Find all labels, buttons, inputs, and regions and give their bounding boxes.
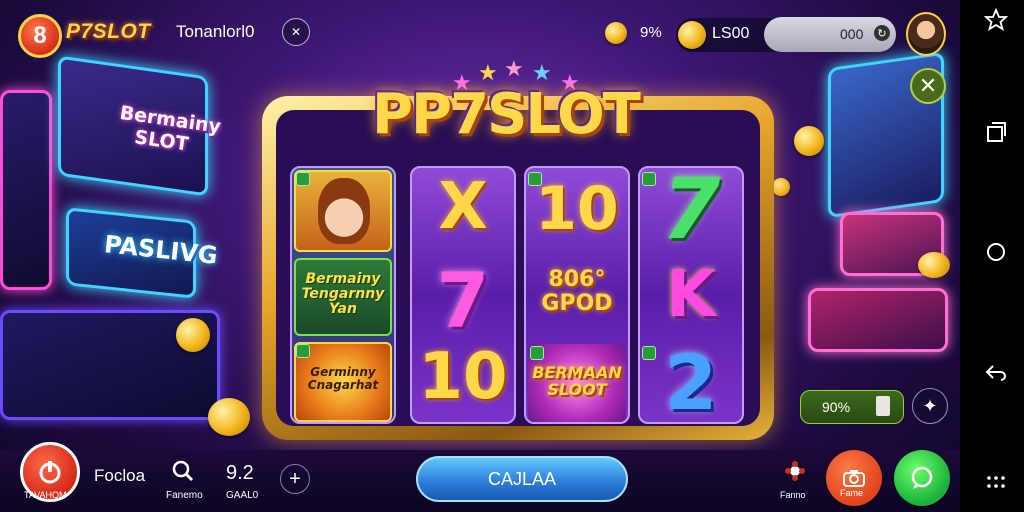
game-stage: Bermainy SLOT PASLIVG ★ ★ ★ ★ ★ PP7SLOT … — [0, 0, 960, 512]
power-icon — [39, 461, 61, 484]
green-symbol-text: Bermainy Tengarnny Yan — [301, 271, 385, 317]
camera-icon — [843, 470, 865, 487]
gift-label: Fanno — [780, 490, 806, 500]
close-icon[interactable]: ✕ — [282, 18, 310, 46]
gift-icon[interactable] — [784, 460, 806, 488]
document-icon — [876, 396, 890, 416]
coin-icon — [794, 126, 824, 156]
badge-icon — [528, 172, 542, 186]
star-icon: ★ — [504, 56, 524, 81]
coin-icon — [918, 252, 950, 278]
search-icon[interactable] — [172, 460, 194, 488]
brand-name: P7SLOT — [66, 20, 151, 43]
close-icon[interactable]: ✕ — [910, 68, 946, 104]
k-symbol: K — [666, 258, 716, 332]
camera-label: Fame — [840, 488, 864, 498]
badge-icon — [530, 346, 544, 360]
main-action-button[interactable]: CAJLAA — [416, 456, 628, 502]
badge-icon — [296, 172, 310, 186]
bermain-symbol: BERMAAN SLOOT — [532, 363, 622, 399]
badge-icon — [296, 344, 310, 358]
search-label: Fanemo — [166, 490, 203, 501]
header-subtitle: Tonanlorl0 — [176, 22, 255, 41]
avatar[interactable] — [906, 12, 946, 56]
neon-cabinet — [808, 288, 948, 352]
two-symbol: 2 — [664, 338, 718, 427]
player-name: Focloa — [94, 466, 146, 485]
seven-symbol: 7 — [651, 160, 731, 258]
ten-symbol: 10 — [418, 340, 508, 414]
neon-cabinet — [0, 90, 52, 290]
orange-symbol-text: Germinny Cnagarhat — [307, 365, 379, 392]
add-button[interactable]: + — [280, 464, 310, 494]
coin-icon — [678, 21, 706, 49]
recents-icon[interactable] — [982, 120, 1010, 150]
sparkle-icon[interactable]: ✦ — [912, 388, 948, 424]
good-symbol: 806° GPOD — [541, 267, 613, 316]
character-face-icon — [318, 178, 370, 244]
chat-icon — [911, 466, 933, 489]
bonus-percent: 9% — [640, 24, 662, 41]
chat-button[interactable] — [894, 450, 950, 506]
coin-icon — [176, 318, 210, 352]
balance-value: 000 — [840, 26, 864, 42]
machine-title: PP7SLOT — [372, 82, 641, 147]
home-label: TAVAHOM — [24, 490, 67, 500]
home-circle-icon[interactable] — [982, 240, 1010, 270]
stat-label: GAAL0 — [226, 490, 259, 501]
percent-value: 90% — [822, 399, 851, 415]
coin-icon — [208, 398, 250, 436]
stat-value: 9.2 — [226, 462, 254, 484]
back-icon[interactable] — [982, 360, 1010, 390]
settings-icon[interactable] — [982, 7, 1010, 38]
grid-dots-icon[interactable] — [982, 470, 1010, 500]
seven-symbol: 7 — [436, 256, 490, 345]
x-symbol: X — [438, 170, 488, 244]
logo-icon[interactable]: 8 — [18, 14, 62, 58]
coin-icon — [605, 22, 627, 44]
refresh-icon[interactable]: ↻ — [874, 25, 890, 41]
coin-icon — [772, 178, 790, 196]
balance-label: LS00 — [712, 25, 750, 42]
